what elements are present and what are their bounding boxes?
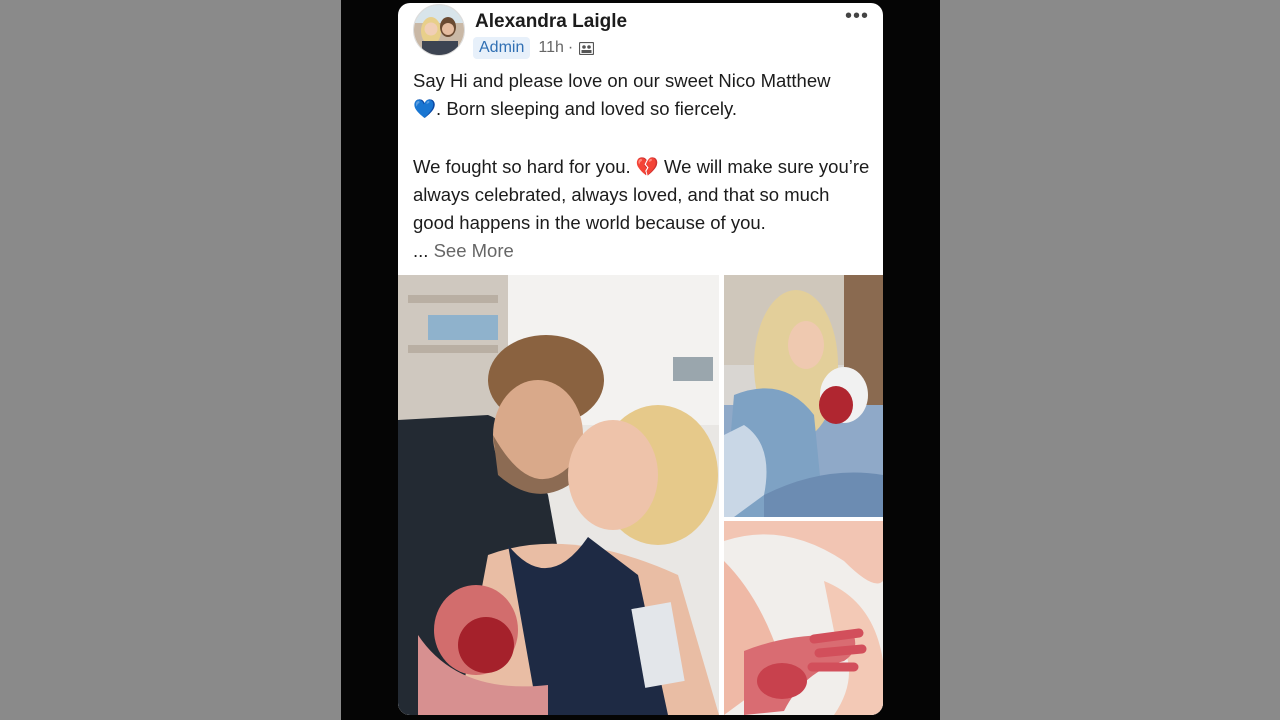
post-text: Say Hi and please love on our sweet Nico… [413, 67, 873, 265]
post-photo-top-right[interactable] [724, 275, 883, 517]
post-meta: Admin 11h · [473, 36, 595, 60]
blue-heart-icon: 💙 [413, 98, 437, 119]
group-members-icon [579, 41, 595, 55]
see-more-link[interactable]: See More [434, 240, 514, 261]
post-line-2: . Born sleeping and loved so fiercely. [436, 98, 738, 119]
meta-separator: · [567, 39, 574, 56]
post-line-1: Say Hi and please love on our sweet Nico… [413, 70, 831, 91]
admin-badge: Admin [473, 37, 531, 59]
post-paragraph-2: We fought so hard for you. 💔 We will mak… [413, 153, 873, 265]
post-card: Alexandra Laigle Admin 11h · ••• Say Hi … [398, 3, 883, 715]
see-more-prefix: ... [413, 240, 429, 261]
post-photo-bottom-right[interactable] [724, 521, 883, 715]
author-name[interactable]: Alexandra Laigle [475, 11, 627, 33]
post-para2-a: We fought so hard for you. [413, 156, 631, 177]
more-options-icon[interactable]: ••• [845, 5, 869, 28]
post-time[interactable]: 11h [538, 39, 564, 57]
avatar[interactable] [413, 4, 465, 56]
post-photo-main[interactable] [398, 275, 719, 715]
post-paragraph-1: Say Hi and please love on our sweet Nico… [413, 67, 873, 123]
broken-heart-icon: 💔 [635, 156, 659, 177]
